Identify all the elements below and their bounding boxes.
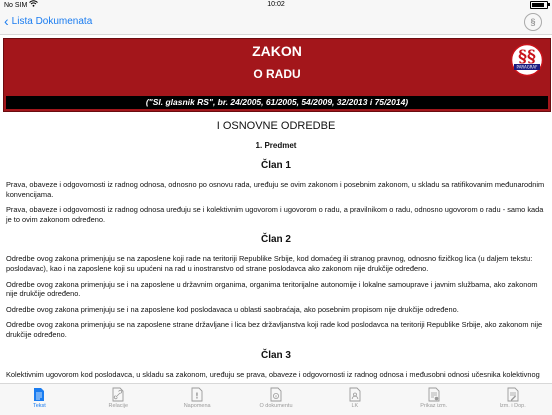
- svg-text:!: !: [195, 392, 199, 401]
- tab-izmene-i-dopune[interactable]: Izm. i Dop.: [473, 384, 552, 415]
- app-logo-icon[interactable]: §: [524, 13, 542, 31]
- document-info-icon: [270, 387, 282, 402]
- document-changes-icon: [428, 387, 440, 402]
- document-header-banner: ZAKON O RADU ("Sl. glasnik RS", br. 24/2…: [3, 38, 551, 112]
- article-paragraph: Prava, obaveze i odgovornosti iz radnog …: [6, 180, 545, 199]
- article-paragraph: Odredbe ovog zakona primenjuju se na zap…: [6, 254, 533, 273]
- status-time: 10:02: [267, 1, 285, 8]
- article-paragraph: Odredbe ovog zakona primenjuju se i na z…: [6, 304, 459, 314]
- tab-label: O dokumentu: [259, 403, 293, 409]
- document-title: ZAKON: [252, 43, 302, 59]
- chevron-left-icon: ‹: [4, 13, 9, 29]
- navigation-bar: ‹ Lista Dokumenata §: [0, 10, 552, 35]
- tab-lk[interactable]: LK: [315, 384, 394, 415]
- tab-label: Prikaz izm.: [420, 403, 448, 409]
- subsection-title: 1. Predmet: [255, 141, 297, 150]
- tab-label: Relacije: [108, 403, 129, 409]
- tab-tekst[interactable]: Tekst: [0, 384, 79, 415]
- document-edit-icon: [507, 387, 519, 402]
- back-button[interactable]: ‹ Lista Dokumenata: [4, 14, 92, 28]
- gazette-reference: ("Sl. glasnik RS", br. 24/2005, 61/2005,…: [6, 96, 548, 109]
- article-heading: Član 3: [260, 349, 291, 361]
- tab-prikaz-izmena[interactable]: Prikaz izm.: [394, 384, 473, 415]
- tab-label: LK: [351, 403, 359, 409]
- tab-label: Tekst: [33, 403, 46, 409]
- tab-label: Izm. i Dop.: [499, 403, 526, 409]
- article-paragraph: Kolektivnim ugovorom kod poslodavca, u s…: [6, 369, 540, 382]
- section-title: I OSNOVNE ODREDBE: [216, 120, 336, 132]
- note-icon: !: [191, 387, 203, 402]
- tab-relacije[interactable]: Relacije: [79, 384, 158, 415]
- document-subtitle: O RADU: [253, 67, 301, 81]
- paragraf-seal-icon: §§ PARAGRAF: [510, 43, 544, 77]
- tab-napomena[interactable]: ! Napomena: [158, 384, 237, 415]
- document-body: I OSNOVNE ODREDBE 1. Predmet Član 1 Prav…: [4, 112, 548, 382]
- status-right: [530, 0, 550, 9]
- tab-label: Napomena: [183, 403, 211, 409]
- battery-icon: [530, 1, 550, 9]
- article-heading: Član 1: [260, 160, 291, 171]
- bottom-tab-bar: Tekst Relacije ! Napomena O dokumentu LK…: [0, 383, 552, 415]
- article-heading: Član 2: [260, 234, 291, 246]
- battery-level: [532, 3, 544, 7]
- id-card-icon: [349, 387, 361, 402]
- status-bar: No SIM 10:02: [0, 0, 552, 10]
- tab-o-dokumentu[interactable]: O dokumentu: [237, 384, 316, 415]
- article-paragraph: Odredbe ovog zakona primenjuju se i na z…: [6, 279, 538, 299]
- article-paragraph: Odredbe ovog zakona primenjuju se na zap…: [6, 320, 543, 339]
- article-paragraph: Prava, obaveze i odgovornosti iz radnog …: [6, 205, 544, 224]
- svg-text:PARAGRAF: PARAGRAF: [517, 65, 539, 70]
- link-icon: [112, 387, 124, 402]
- document-text-icon: [34, 388, 45, 401]
- back-button-label: Lista Dokumenata: [11, 15, 93, 27]
